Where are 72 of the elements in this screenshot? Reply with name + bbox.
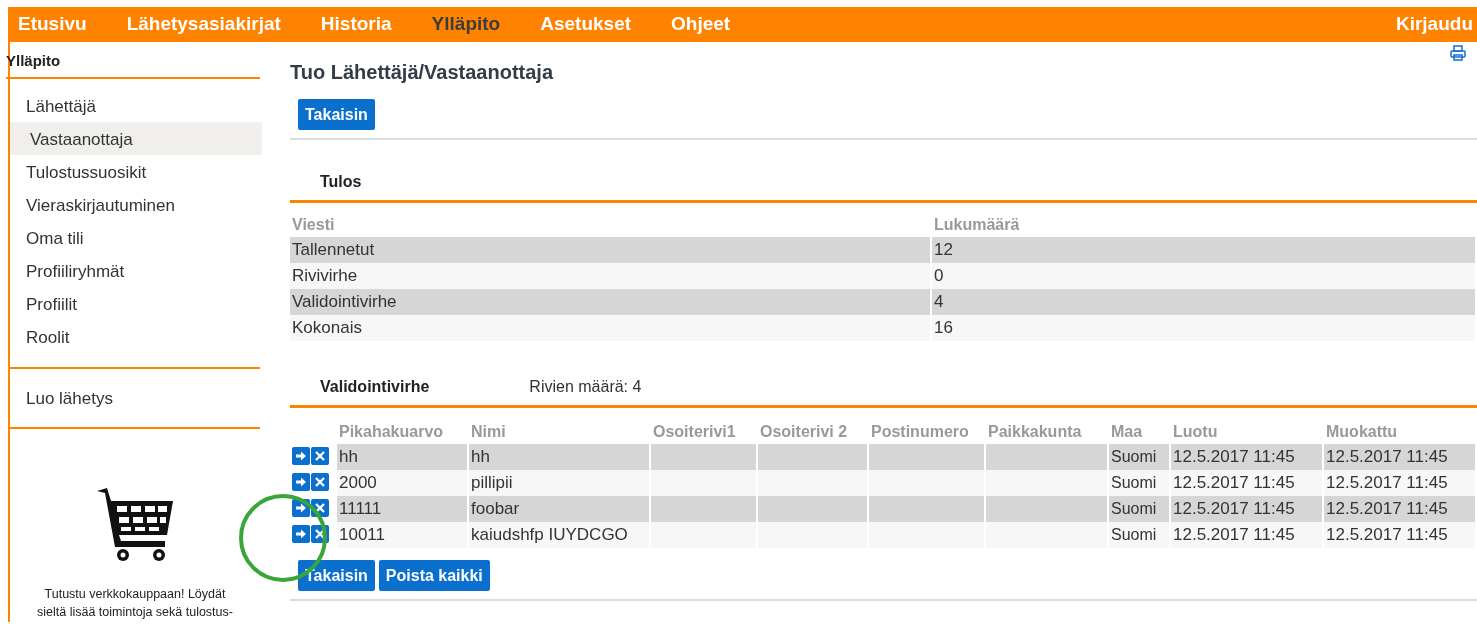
page-title: Tuo Lähettäjä/Vastaanottaja — [290, 60, 555, 85]
column-header: Luotu — [1172, 422, 1219, 442]
close-icon — [314, 528, 326, 541]
column-header: Viesti — [291, 215, 336, 235]
column-header: Maa — [1110, 422, 1144, 442]
promo-text: Tutustu verkkokauppaan! Löydät — [43, 586, 227, 603]
table-cell: 12.5.2017 11:45 — [1171, 470, 1322, 496]
table-cell: Suomi — [1109, 496, 1169, 522]
delete-button[interactable] — [311, 473, 329, 492]
sidebar-item[interactable]: Profiiliryhmät — [10, 254, 262, 287]
close-icon — [314, 476, 326, 489]
column-header: Postinumero — [870, 422, 970, 442]
delete-button[interactable] — [311, 447, 329, 466]
column-header: Osoiterivi1 — [652, 422, 737, 442]
table-cell: Suomi — [1109, 470, 1169, 496]
column-header: Paikkakunta — [987, 422, 1083, 442]
column-header: Lukumäärä — [933, 215, 1021, 235]
table-cell: Suomi — [1109, 444, 1169, 470]
table-cell: 12.5.2017 11:45 — [1171, 496, 1322, 522]
table-cell: Suomi — [1109, 522, 1169, 548]
row-count: Rivien määrä: 4 — [529, 377, 642, 397]
section-title: Validointivirhe — [320, 377, 430, 397]
table-cell: 12.5.2017 11:45 — [1324, 496, 1475, 522]
section-title: Tulos — [320, 172, 362, 192]
table-cell: Rivivirhe — [290, 263, 930, 289]
table-cell: 10011 — [337, 522, 467, 548]
table-cell: hh — [337, 444, 467, 470]
table-cell: 2000 — [337, 470, 467, 496]
open-button[interactable] — [292, 525, 310, 544]
table-cell: Validointivirhe — [290, 289, 930, 315]
table-cell: kaiudshfp IUYDCGO — [469, 522, 649, 548]
action-button[interactable]: Takaisin — [298, 560, 375, 591]
arrow-icon — [295, 528, 307, 541]
back-button[interactable]: Takaisin — [298, 99, 375, 130]
sidebar-item[interactable]: Lähettäjä — [10, 89, 262, 122]
arrow-icon — [295, 450, 307, 463]
table-cell: 4 — [932, 289, 1475, 315]
open-button[interactable] — [292, 473, 310, 492]
table-cell: 12 — [932, 237, 1475, 263]
nav-tab[interactable]: Ylläpito — [431, 10, 501, 39]
table-cell: 12.5.2017 11:45 — [1324, 522, 1475, 548]
arrow-icon — [295, 502, 307, 515]
close-icon — [314, 502, 326, 515]
table-cell: 12.5.2017 11:45 — [1324, 444, 1475, 470]
sidebar-item[interactable]: Profiilit — [10, 287, 262, 320]
table-cell: pillipii — [469, 470, 649, 496]
sidebar-item[interactable]: Vastaanottaja — [10, 122, 262, 155]
table-cell: 12.5.2017 11:45 — [1324, 470, 1475, 496]
sidebar-item[interactable]: Tulostussuosikit — [10, 155, 262, 188]
open-button[interactable] — [292, 447, 310, 466]
arrow-icon — [295, 476, 307, 489]
table-cell: 11111 — [337, 496, 467, 522]
column-header: Pikahakuarvo — [338, 422, 445, 442]
action-button[interactable]: Poista kaikki — [378, 560, 490, 591]
table-cell: foobar — [469, 496, 649, 522]
table-cell: 0 — [932, 263, 1475, 289]
sidebar-item[interactable]: Oma tili — [10, 221, 262, 254]
table-cell: Kokonais — [290, 315, 930, 341]
sidebar-item[interactable]: Roolit — [10, 320, 262, 353]
table-cell: hh — [469, 444, 649, 470]
column-header: Muokattu — [1325, 422, 1399, 442]
column-header: Osoiterivi 2 — [759, 422, 849, 442]
table-cell: Tallennetut — [290, 237, 930, 263]
promo-text: sieltä lisää toimintoja sekä tulostus- — [36, 604, 234, 621]
print-icon[interactable] — [1450, 45, 1466, 61]
table-cell: 12.5.2017 11:45 — [1171, 444, 1322, 470]
sidebar-item[interactable]: Luo lähetys — [10, 381, 262, 414]
close-icon — [314, 450, 326, 463]
column-header: Nimi — [470, 422, 507, 442]
table-cell: 12.5.2017 11:45 — [1171, 522, 1322, 548]
sidebar-item[interactable]: Vieraskirjautuminen — [10, 188, 262, 221]
table-cell: 16 — [932, 315, 1475, 341]
